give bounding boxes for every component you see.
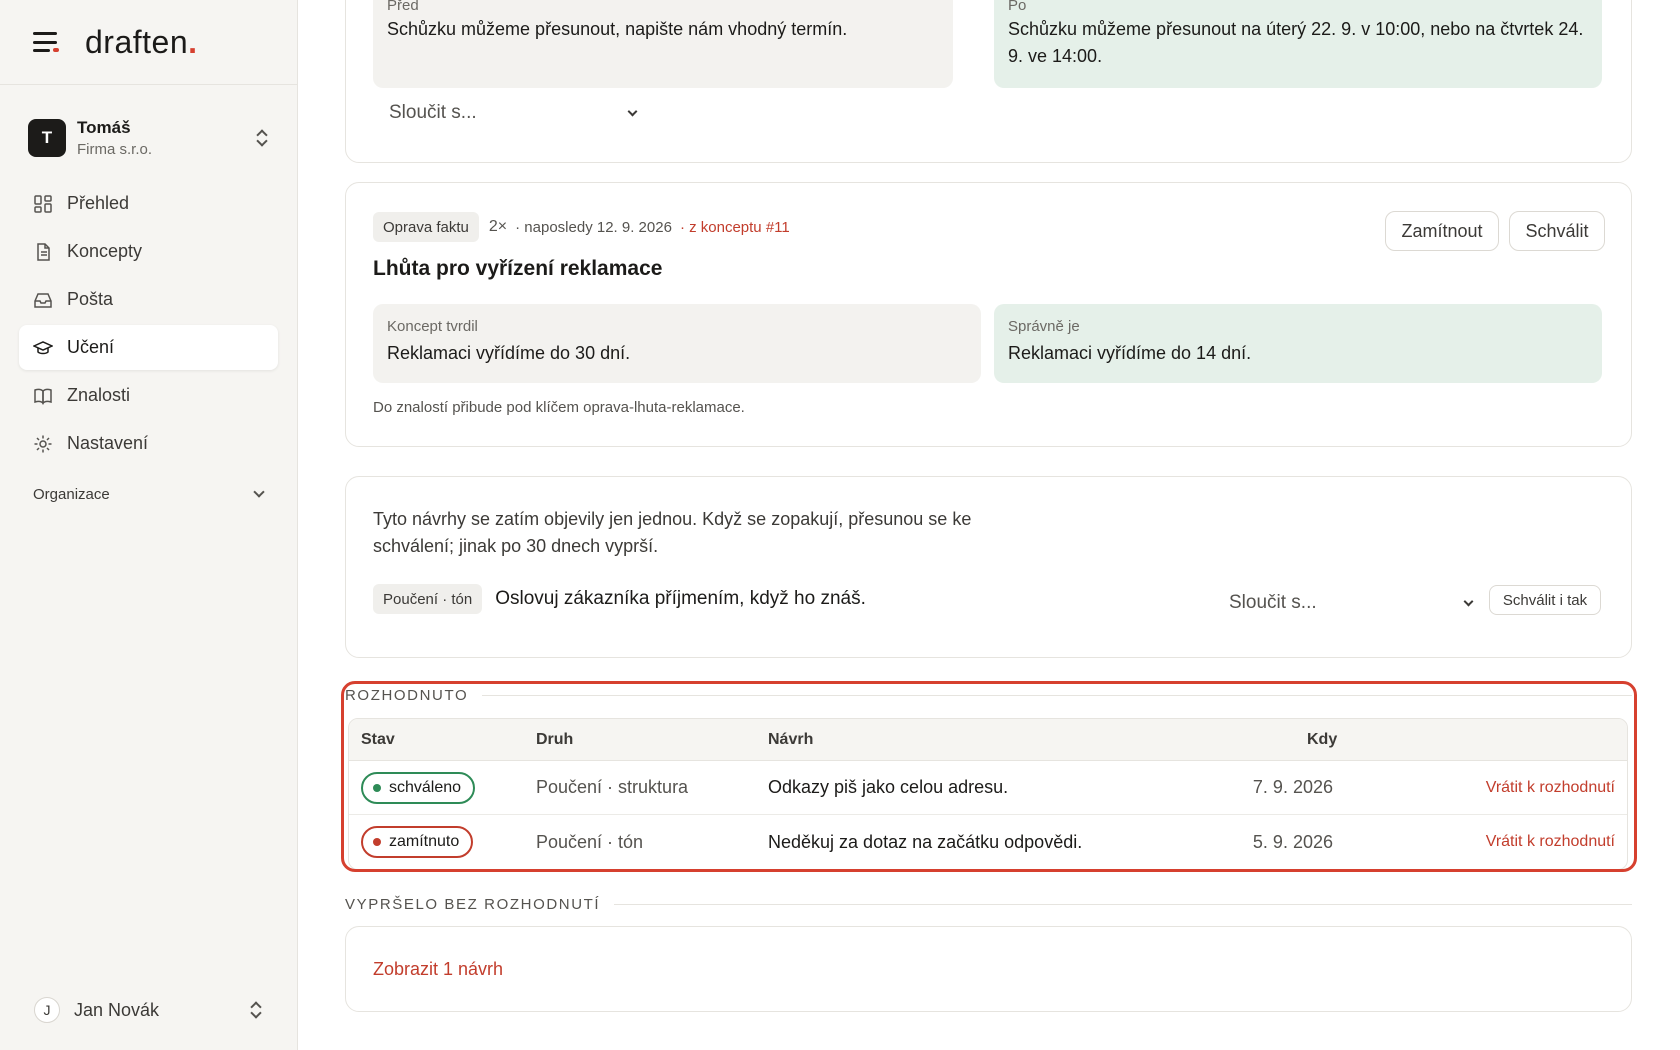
- proposal-cell: Odkazy piš jako celou adresu.: [768, 777, 1009, 797]
- correct-box: Správně je Reklamaci vyřídíme do 14 dní.: [994, 304, 1602, 383]
- user-menu[interactable]: J Jan Novák: [0, 988, 297, 1032]
- kind-tag: Oprava faktu: [373, 212, 479, 242]
- workspace-avatar: T: [28, 119, 66, 157]
- status-text: zamítnuto: [389, 833, 460, 850]
- chevron-down-icon: [627, 106, 638, 116]
- status-badge: zamítnuto: [361, 826, 474, 858]
- document-icon: [37, 242, 50, 261]
- before-text: Schůzku můžeme přesunout, napište nám vh…: [387, 19, 848, 39]
- inbox-icon: [34, 292, 52, 308]
- organization-toggle[interactable]: Organizace: [0, 472, 297, 516]
- approve-anyway-button[interactable]: Schválit i tak: [1489, 585, 1601, 615]
- avatar: J: [34, 997, 60, 1023]
- book-icon: [34, 388, 52, 405]
- proposal-meta: Oprava faktu 2× · naposledy 12. 9. 2026 …: [373, 212, 790, 242]
- pending-item: Poučení · tón Oslovuj zákazníka příjmení…: [373, 584, 866, 614]
- section-heading-decided: ROZHODNUTO: [345, 687, 1632, 704]
- claim-box: Koncept tvrdil Reklamaci vyřídíme do 30 …: [373, 304, 981, 383]
- decided-table: Stav Druh Návrh Kdy schváleno Poučení · …: [348, 718, 1628, 870]
- sidebar-item-label: Koncepty: [67, 241, 143, 261]
- workspace-switcher[interactable]: T Tomáš Firma s.r.o.: [0, 109, 297, 167]
- gear-icon: [34, 435, 52, 452]
- sidebar-item-label: Učení: [67, 337, 115, 357]
- table-header: Stav Druh Návrh Kdy: [349, 719, 1627, 761]
- sidebar-item-nastaveni[interactable]: Nastavení: [19, 421, 278, 466]
- sidebar-item-label: Znalosti: [67, 385, 131, 405]
- column-header-proposal: Návrh: [768, 730, 814, 748]
- section-title: VYPRŠELO BEZ ROZHODNUTÍ: [345, 896, 601, 913]
- sidebar-item-label: Nastavení: [67, 433, 149, 453]
- graduation-cap-icon: [33, 340, 53, 354]
- claim-text: Reklamaci vyřídíme do 30 dní.: [387, 343, 631, 363]
- reject-button[interactable]: Zamítnout: [1385, 211, 1499, 251]
- before-box: Před Schůzku můžeme přesunout, napište n…: [373, 0, 953, 88]
- brand-dot: .: [188, 23, 198, 60]
- workspace-name: Tomáš: [77, 118, 131, 137]
- chevron-up-down-icon: [255, 128, 269, 148]
- expired-card: Zobrazit 1 návrh: [345, 926, 1632, 1012]
- status-text: schváleno: [389, 778, 462, 796]
- date-cell: 7. 9. 2026: [1252, 777, 1333, 797]
- workspace-company: Firma s.r.o.: [77, 141, 153, 158]
- user-name: Jan Novák: [74, 999, 160, 1020]
- pending-proposal-text: Oslovuj zákazníka příjmením, když ho zná…: [495, 588, 866, 609]
- sidebar-nav: Přehled Koncepty Pošta Učení Znalosti Na…: [0, 181, 297, 466]
- chevron-down-icon: [1463, 596, 1474, 606]
- sidebar-item-koncepty[interactable]: Koncepty: [19, 229, 278, 274]
- column-header-when: Kdy: [1307, 730, 1338, 748]
- revert-decision-link[interactable]: Vrátit k rozhodnutí: [1486, 779, 1615, 797]
- brand-row: draften.: [0, 0, 297, 85]
- after-box: Po Schůzku můžeme přesunout na úterý 22.…: [994, 0, 1602, 88]
- show-expired-link[interactable]: Zobrazit 1 návrh: [373, 959, 503, 980]
- kind-cell: Poučení · struktura: [536, 777, 689, 797]
- sidebar-item-uceni[interactable]: Učení: [19, 325, 278, 370]
- revert-decision-link[interactable]: Vrátit k rozhodnutí: [1486, 833, 1615, 851]
- proposal-cell: Neděkuj za dotaz na začátku odpovědi.: [768, 831, 1083, 852]
- section-heading-expired: VYPRŠELO BEZ ROZHODNUTÍ: [345, 896, 1632, 913]
- merge-select[interactable]: Sloučit s...: [389, 97, 638, 129]
- grid-icon: [34, 194, 52, 213]
- brand-logo[interactable]: draften.: [85, 24, 198, 61]
- table-row: schváleno Poučení · struktura Odkazy piš…: [349, 761, 1627, 815]
- merge-select-value: Sloučit s...: [1229, 592, 1317, 613]
- sidebar-item-posta[interactable]: Pošta: [19, 277, 278, 322]
- last-seen: · naposledy 12. 9. 2026: [515, 218, 672, 236]
- knowledge-footnote: Do znalostí přibude pod klíčem oprava-lh…: [373, 399, 745, 416]
- occurrence-count: 2×: [488, 218, 508, 235]
- status-badge: schváleno: [361, 771, 476, 804]
- main-content: Před Schůzku můžeme přesunout, napište n…: [298, 0, 1680, 1050]
- pending-proposals-card: Tyto návrhy se zatím objevily jen jednou…: [345, 476, 1632, 658]
- date-cell: 5. 9. 2026: [1252, 831, 1333, 852]
- sidebar-item-prehled[interactable]: Přehled: [19, 181, 278, 226]
- proposal-card-fact: Oprava faktu 2× · naposledy 12. 9. 2026 …: [345, 182, 1632, 447]
- table-row: zamítnuto Poučení · tón Neděkuj za dotaz…: [349, 815, 1627, 869]
- pending-info-text: Tyto návrhy se zatím objevily jen jednou…: [373, 509, 972, 556]
- after-label: Po: [1008, 0, 1027, 14]
- before-label: Před: [387, 0, 419, 14]
- chevron-down-icon: [253, 486, 265, 498]
- approve-button[interactable]: Schválit: [1509, 211, 1605, 251]
- proposal-card-before-after: Před Schůzku můžeme přesunout, napište n…: [345, 0, 1632, 163]
- sidebar-item-label: Pošta: [67, 289, 114, 309]
- claim-label: Koncept tvrdil: [387, 318, 478, 335]
- merge-select-value: Sloučit s...: [389, 102, 477, 123]
- correct-text: Reklamaci vyřídíme do 14 dní.: [1008, 343, 1252, 363]
- merge-select[interactable]: Sloučit s...: [1229, 587, 1474, 619]
- organization-label: Organizace: [33, 485, 110, 503]
- kind-cell: Poučení · tón: [536, 831, 644, 852]
- chevron-up-down-icon: [249, 1000, 263, 1020]
- proposal-title: Lhůta pro vyřízení reklamace: [373, 257, 663, 280]
- column-header-status: Stav: [361, 730, 395, 748]
- column-header-kind: Druh: [536, 730, 574, 748]
- section-title: ROZHODNUTO: [345, 687, 469, 704]
- menu-icon[interactable]: [33, 32, 59, 52]
- kind-tag: Poučení · tón: [373, 584, 483, 614]
- source-draft-link[interactable]: · z konceptu #11: [680, 219, 790, 236]
- sidebar-item-label: Přehled: [67, 193, 130, 213]
- sidebar-item-znalosti[interactable]: Znalosti: [19, 373, 278, 418]
- after-text: Schůzku můžeme přesunout na úterý 22. 9.…: [1008, 19, 1584, 66]
- sidebar: draften. T Tomáš Firma s.r.o. Přehled Ko…: [0, 0, 298, 1050]
- correct-label: Správně je: [1008, 318, 1080, 335]
- brand-name: draften: [85, 23, 189, 60]
